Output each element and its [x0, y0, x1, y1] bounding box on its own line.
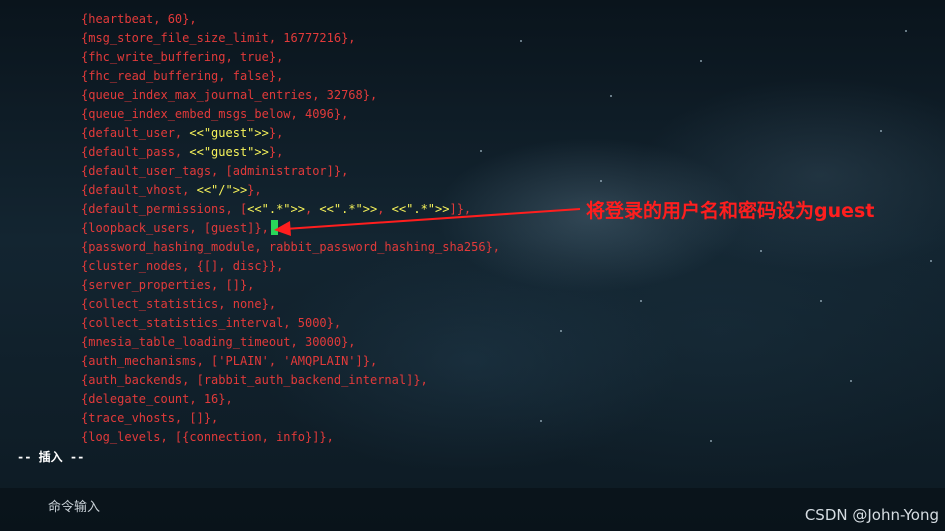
watermark: CSDN @John-Yong — [804, 506, 939, 524]
command-input-label[interactable]: 命令输入 — [48, 496, 100, 515]
annotation-arrow — [274, 208, 581, 236]
command-bar[interactable] — [0, 488, 945, 531]
annotation-label: 将登录的用户名和密码设为guest — [586, 200, 875, 222]
